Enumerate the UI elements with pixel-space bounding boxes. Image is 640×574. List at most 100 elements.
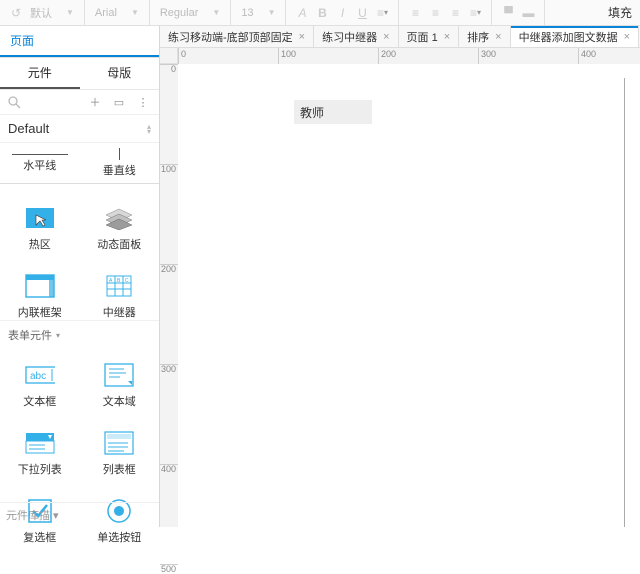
library-menu-icon[interactable]: ⋮ <box>135 96 151 109</box>
panel-tabs: 页面 <box>0 26 159 58</box>
page-boundary <box>624 78 625 527</box>
tab-widgets[interactable]: 元件 <box>0 58 80 89</box>
style-preset-dropdown[interactable]: 默认 ▼ <box>26 5 78 21</box>
doc-tab[interactable]: 排序 × <box>459 26 510 47</box>
valign-top-icon[interactable]: ▀ <box>498 3 518 23</box>
style-preset-label: 默认 <box>30 5 52 21</box>
close-icon[interactable]: × <box>444 31 450 43</box>
widget-label: 单选按钮 <box>97 529 141 545</box>
ruler-tick: 300 <box>160 364 178 374</box>
ruler-tick: 500 <box>160 564 178 574</box>
dynamic-panel-icon <box>104 206 134 230</box>
align-center-icon[interactable]: ≡ <box>425 3 445 23</box>
ruler-tick: 200 <box>160 264 178 274</box>
doc-tab-label: 中继器添加图文数据 <box>519 29 618 45</box>
cell-text: 教师 <box>300 104 324 121</box>
chevron-down-icon: ▼ <box>131 8 139 17</box>
ruler-tick: 300 <box>478 48 496 64</box>
format-toolbar: ↺ 默认 ▼ Arial ▼ Regular ▼ 13 ▼ A B I U ≡▾… <box>0 0 640 26</box>
panel-subtabs: 元件 母版 <box>0 58 159 90</box>
close-icon[interactable]: × <box>624 31 630 43</box>
ruler-tick: 0 <box>160 64 178 74</box>
listbox-icon <box>104 431 134 455</box>
add-library-icon[interactable]: ＋ <box>87 94 103 110</box>
dropdown-icon <box>25 431 55 455</box>
close-icon[interactable]: × <box>299 31 305 43</box>
tab-pages[interactable]: 页面 <box>0 26 159 57</box>
widget-label: 列表框 <box>103 461 136 477</box>
tab-masters[interactable]: 母版 <box>80 58 160 89</box>
font-size-label: 13 <box>241 7 253 19</box>
widget-dynamic-panel[interactable]: 动态面板 <box>80 206 160 252</box>
library-section[interactable]: Default ▴▾ <box>0 115 159 143</box>
font-weight-label: Regular <box>160 7 199 19</box>
chevron-down-icon: ▼ <box>268 8 276 17</box>
doc-tab-label: 练习移动端-底部顶部固定 <box>168 29 293 45</box>
bold-icon[interactable]: B <box>312 3 332 23</box>
italic-icon[interactable]: I <box>332 3 352 23</box>
ruler-tick: 400 <box>160 464 178 474</box>
widget-dropdown[interactable]: 下拉列表 <box>0 431 80 477</box>
doc-tab[interactable]: 页面 1 × <box>399 26 460 47</box>
font-weight-dropdown[interactable]: Regular ▼ <box>156 7 224 19</box>
form-group-header[interactable]: 表单元件 ▾ <box>0 320 159 349</box>
vline-label[interactable]: 垂直线 <box>80 162 160 178</box>
ruler-tick: 100 <box>160 164 178 174</box>
widget-label: 动态面板 <box>97 236 141 252</box>
document-tabs: 练习移动端-底部顶部固定 × 练习中继器 × 页面 1 × 排序 × 中继器添加… <box>160 26 640 48</box>
bottom-strip[interactable]: 元件库描 ▾ <box>0 502 159 527</box>
library-options-icon[interactable]: ▭ <box>111 96 127 109</box>
valign-mid-icon[interactable]: ▬ <box>518 3 538 23</box>
hotspot-icon <box>25 206 55 230</box>
widget-repeater[interactable]: ABC 中继器 <box>80 274 160 320</box>
doc-tab[interactable]: 练习中继器 × <box>314 26 398 47</box>
search-icon[interactable] <box>8 96 79 109</box>
undo-icon[interactable]: ↺ <box>6 3 26 23</box>
doc-tab-label: 练习中继器 <box>322 29 377 45</box>
doc-tab-active[interactable]: 中继器添加图文数据 × <box>511 26 639 47</box>
svg-text:C: C <box>125 278 129 284</box>
chevron-down-icon: ▾ <box>56 331 60 340</box>
widget-label: 中继器 <box>103 304 136 320</box>
widget-text-field[interactable]: abc 文本框 <box>0 363 80 409</box>
chevron-down-icon: ▼ <box>66 8 74 17</box>
widget-hotspot[interactable]: 热区 <box>0 206 80 252</box>
widget-label: 下拉列表 <box>18 461 62 477</box>
underline-icon[interactable]: U <box>352 3 372 23</box>
widget-label: 文本域 <box>103 393 136 409</box>
font-family-dropdown[interactable]: Arial ▼ <box>91 7 143 19</box>
ruler-tick: 100 <box>278 48 296 64</box>
hline-label[interactable]: 水平线 <box>0 157 80 173</box>
doc-tab[interactable]: 练习移动端-底部顶部固定 × <box>160 26 314 47</box>
more-text-icon[interactable]: ≡▾ <box>372 3 392 23</box>
widget-listbox[interactable]: 列表框 <box>80 431 160 477</box>
close-icon[interactable]: × <box>383 31 389 43</box>
widget-inline-frame[interactable]: 内联框架 <box>0 274 80 320</box>
align-left-icon[interactable]: ≡ <box>405 3 425 23</box>
text-field-icon: abc <box>25 363 55 387</box>
page-area[interactable]: 教师 <box>178 64 640 527</box>
align-more-icon[interactable]: ≡▾ <box>465 3 485 23</box>
align-right-icon[interactable]: ≡ <box>445 3 465 23</box>
font-color-icon[interactable]: A <box>292 3 312 23</box>
line-row: 水平线 垂直线 <box>0 143 159 184</box>
repeater-cell[interactable]: 教师 <box>294 100 372 124</box>
form-group-label: 表单元件 <box>8 327 52 343</box>
library-section-label: Default <box>8 121 49 136</box>
ruler-vertical: 0 100 200 300 400 500 <box>160 64 178 527</box>
doc-tab-label: 排序 <box>467 29 489 45</box>
ruler-tick: 400 <box>578 48 596 64</box>
fill-label[interactable]: 填充 <box>600 4 640 21</box>
canvas: 0 100 200 300 400 500 0 100 200 300 400 … <box>160 48 640 527</box>
ruler-corner <box>160 48 178 64</box>
stepper-icon: ▴▾ <box>147 124 151 134</box>
ruler-horizontal: 0 100 200 300 400 500 <box>178 48 640 64</box>
font-size-dropdown[interactable]: 13 ▼ <box>237 7 279 19</box>
widget-text-area[interactable]: 文本域 <box>80 363 160 409</box>
ruler-tick: 200 <box>378 48 396 64</box>
inline-frame-icon <box>25 274 55 298</box>
doc-tab-label: 页面 1 <box>407 29 438 45</box>
close-icon[interactable]: × <box>495 31 501 43</box>
chevron-down-icon: ▼ <box>212 8 220 17</box>
widget-label: 文本框 <box>23 393 56 409</box>
